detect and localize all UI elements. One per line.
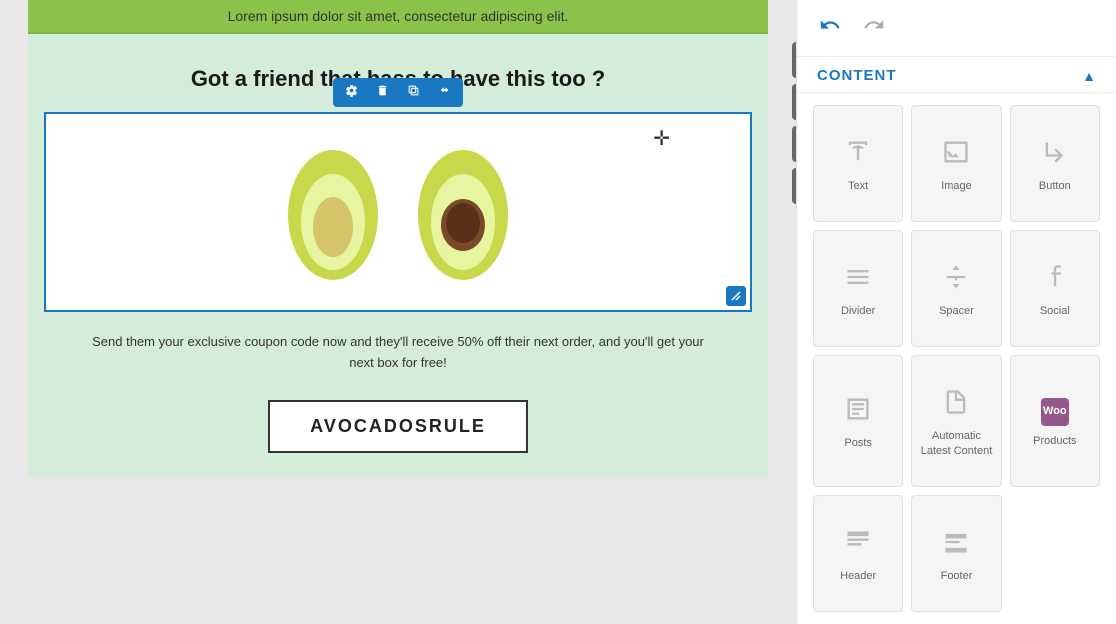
block-move-button[interactable] [792,168,796,204]
editor-panel: Lorem ipsum dolor sit amet, consectetur … [0,0,796,624]
footer-label: Footer [941,569,973,583]
image-toolbar [333,78,463,107]
content-title: CONTENT [817,67,897,84]
undo-button[interactable] [813,10,847,46]
social-label: Social [1040,304,1070,318]
spacer-icon [942,263,970,296]
content-sidebar: CONTENT ▲ Text Image Button [796,0,1116,624]
image-settings-button[interactable] [341,82,362,103]
content-item-footer[interactable]: Footer [911,495,1001,612]
content-item-button[interactable]: Button [1010,105,1100,222]
block-settings-button[interactable] [792,42,796,78]
image-delete-button[interactable] [372,82,393,103]
banner-text: Lorem ipsum dolor sit amet, consectetur … [228,8,569,24]
image-duplicate-button[interactable] [403,82,424,103]
block-duplicate-button[interactable] [792,126,796,162]
content-item-products[interactable]: Woo Products [1010,355,1100,486]
content-item-divider[interactable]: Divider [813,230,903,347]
content-item-text[interactable]: Text [813,105,903,222]
avocado-left-svg [278,137,388,287]
text-icon [844,138,872,171]
content-item-automatic[interactable]: Automatic Latest Content [911,355,1001,486]
woo-badge: Woo [1041,398,1069,426]
posts-label: Posts [844,436,872,450]
header-icon [844,528,872,561]
social-icon [1041,263,1069,296]
content-item-header[interactable]: Header [813,495,903,612]
products-label: Products [1033,434,1076,448]
content-grid: Text Image Button Divider [797,93,1116,624]
button-label: Button [1039,179,1071,193]
content-item-posts[interactable]: Posts [813,355,903,486]
image-icon [942,138,970,171]
avocado-image-container [258,117,538,307]
crosshair-icon: ✛ [653,126,670,151]
collapse-arrow[interactable]: ▲ [1082,68,1096,84]
email-canvas: Lorem ipsum dolor sit amet, consectetur … [0,0,796,624]
email-block: Got a friend that hass to have this too … [28,34,768,477]
image-move-button[interactable] [434,82,455,103]
automatic-icon [942,388,970,421]
content-item-social[interactable]: Social [1010,230,1100,347]
text-label: Text [848,179,868,193]
content-item-image[interactable]: Image [911,105,1001,222]
block-toolbar [792,42,796,204]
coupon-button[interactable]: AVOCADOSRULE [268,400,528,453]
content-header: CONTENT ▲ [797,57,1116,93]
undo-redo-row [797,0,1116,57]
block-delete-button[interactable] [792,84,796,120]
image-section[interactable]: ✛ [44,112,752,312]
header-label: Header [840,569,876,583]
redo-button[interactable] [857,10,891,46]
automatic-label: Automatic Latest Content [918,429,994,458]
spacer-label: Spacer [939,304,974,318]
image-label: Image [941,179,972,193]
content-item-spacer[interactable]: Spacer [911,230,1001,347]
resize-handle[interactable] [726,286,746,306]
banner-bar: Lorem ipsum dolor sit amet, consectetur … [28,0,768,34]
body-text: Send them your exclusive coupon code now… [28,312,768,384]
avocado-right-svg [408,137,518,287]
footer-icon [942,528,970,561]
divider-label: Divider [841,304,875,318]
divider-icon [844,263,872,296]
products-icon: Woo [1041,398,1069,426]
button-icon [1041,138,1069,171]
posts-icon [844,395,872,428]
